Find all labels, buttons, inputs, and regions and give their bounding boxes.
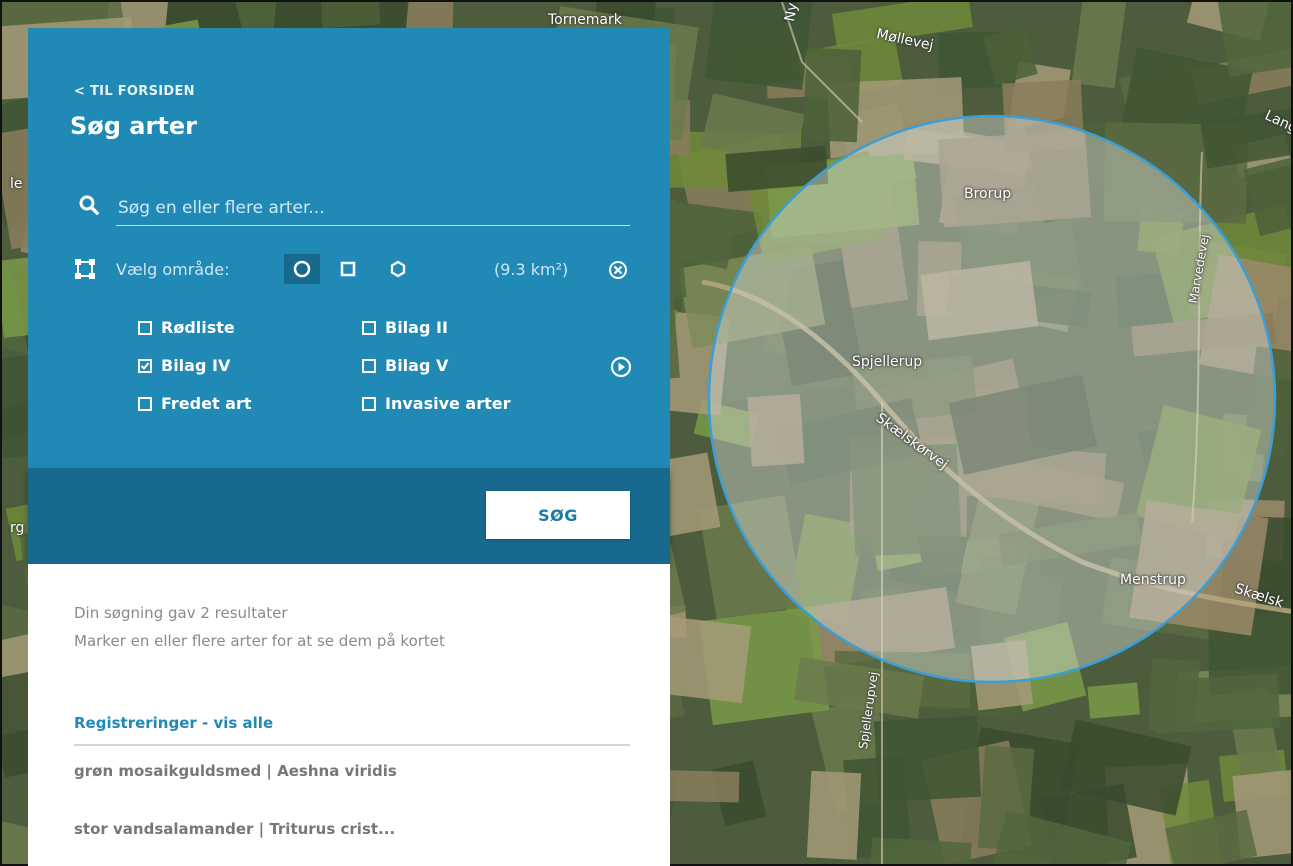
species-search-input[interactable] <box>116 190 630 226</box>
filter-label: Rødliste <box>161 318 235 337</box>
divider <box>74 744 630 746</box>
result-hint: Marker en eller flere arter for at se de… <box>74 632 445 650</box>
map-label-menstrup: Menstrup <box>1120 572 1186 588</box>
checkbox-unchecked-icon <box>138 396 152 411</box>
map-field-patch <box>1217 2 1291 77</box>
filter-label: Bilag IV <box>161 356 231 375</box>
hexagon-icon <box>390 260 406 278</box>
filter-bilag-iv[interactable]: Bilag IV <box>138 356 230 375</box>
map-label-tornemark: Tornemark <box>548 12 622 28</box>
play-circle-icon[interactable] <box>610 356 632 378</box>
map-field-patch <box>1152 673 1281 734</box>
species-list-item[interactable]: stor vandsalamander | Triturus crist... <box>74 820 395 838</box>
checkbox-unchecked-icon <box>362 320 376 335</box>
selected-area-size: (9.3 km²) <box>494 260 569 279</box>
filter-label: Bilag II <box>385 318 448 337</box>
square-shape-button[interactable] <box>330 254 366 284</box>
search-panel: < TIL FORSIDEN Søg arter Vælg område: <box>28 28 670 866</box>
search-icon <box>79 195 99 215</box>
result-summary: Din søgning gav 2 resultater <box>74 604 288 622</box>
show-all-registrations-link[interactable]: Registreringer - vis alle <box>74 714 273 732</box>
search-button[interactable]: SØG <box>486 491 630 539</box>
filter-invasive-arter[interactable]: Invasive arter <box>362 394 511 413</box>
back-to-home-link[interactable]: < TIL FORSIDEN <box>74 84 195 99</box>
hexagon-shape-button[interactable] <box>380 254 416 284</box>
square-icon <box>340 261 356 277</box>
filter-label: Fredet art <box>161 394 252 413</box>
filter-label: Invasive arter <box>385 394 511 413</box>
select-area-label: Vælg område: <box>116 260 230 279</box>
map-field-patch <box>319 2 381 29</box>
species-list-item[interactable]: grøn mosaikguldsmed | Aeshna viridis <box>74 762 397 780</box>
filter-bilag-ii[interactable]: Bilag II <box>362 318 448 337</box>
select-area-icon <box>75 259 95 279</box>
map-label-le: le <box>10 176 23 192</box>
checkbox-checked-icon <box>138 358 152 373</box>
page-title: Søg arter <box>70 112 197 140</box>
map-field-patch <box>806 770 862 860</box>
map-field-patch <box>873 715 982 803</box>
results-panel: Din søgning gav 2 resultater Marker en e… <box>28 564 670 866</box>
checkbox-unchecked-icon <box>362 358 376 373</box>
circle-shape-button[interactable] <box>284 254 320 284</box>
circle-icon <box>293 260 311 278</box>
search-panel-header: < TIL FORSIDEN Søg arter Vælg område: <box>28 28 670 468</box>
map-label-spjellerup: Spjellerup <box>852 354 923 370</box>
map-label-rg: rg <box>10 520 25 536</box>
map-label-brorup: Brorup <box>964 186 1012 202</box>
checkbox-unchecked-icon <box>362 396 376 411</box>
filter-label: Bilag V <box>385 356 449 375</box>
map-field-patch <box>1087 682 1140 719</box>
map-field-patch <box>802 47 862 143</box>
filter-fredet-art[interactable]: Fredet art <box>138 394 252 413</box>
checkbox-unchecked-icon <box>138 320 152 335</box>
filter-bilag-v[interactable]: Bilag V <box>362 356 448 375</box>
clear-area-icon[interactable] <box>608 260 628 280</box>
filter-rodliste[interactable]: Rødliste <box>138 318 235 337</box>
